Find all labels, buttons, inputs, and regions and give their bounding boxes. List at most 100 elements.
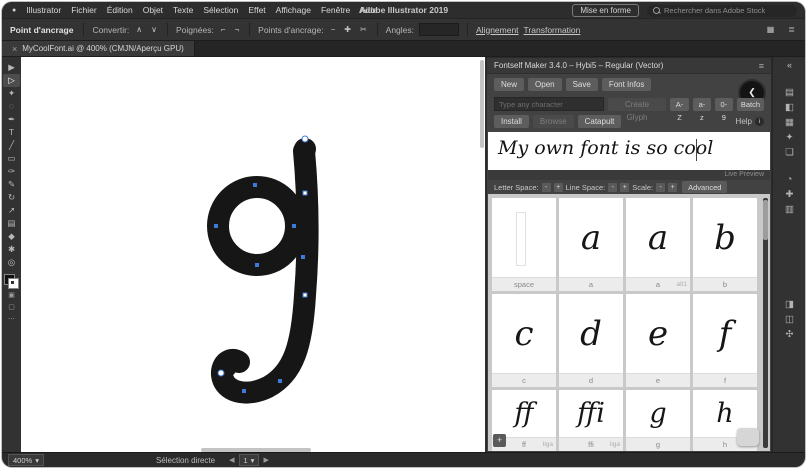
convert-corner-button[interactable]: ∧ — [134, 24, 144, 36]
scale-plus-button[interactable]: + — [668, 183, 677, 192]
remove-anchor-button[interactable]: − — [329, 24, 338, 36]
toolbar-more-button[interactable]: ⋯ — [3, 315, 20, 325]
lasso-tool[interactable]: ◌ — [3, 100, 20, 113]
selection-tool[interactable]: ▶ — [3, 61, 20, 74]
glyph-cell-a-alt1[interactable]: a aalt1 — [626, 198, 690, 291]
line-tool[interactable]: ╱ — [3, 139, 20, 152]
adobe-stock-search[interactable] — [647, 5, 797, 17]
type-tool[interactable]: T — [3, 126, 20, 139]
browse-button[interactable]: Browse — [533, 115, 574, 128]
document-tab[interactable]: × MyCoolFont.ai @ 400% (CMJN/Aperçu GPU) — [2, 41, 195, 56]
menu-fenetre[interactable]: Fenêtre — [321, 5, 350, 15]
menu-edition[interactable]: Édition — [107, 5, 133, 15]
hand-tool[interactable]: ✱ — [3, 243, 20, 256]
dock-panel-icon-11[interactable]: ✣ — [780, 327, 800, 342]
convert-smooth-button[interactable]: ∨ — [149, 24, 159, 36]
cut-path-button[interactable]: ✂ — [358, 24, 369, 36]
glyph-grid-scrollbar[interactable] — [763, 198, 768, 448]
glyph-cell-ffi[interactable]: ffi ffiliga — [559, 390, 623, 451]
font-infos-button[interactable]: Font Infos — [602, 78, 652, 91]
glyph-cell-c[interactable]: c c — [492, 294, 556, 387]
new-button[interactable]: New — [494, 78, 524, 91]
scrollbar-thumb[interactable] — [763, 200, 768, 240]
preview-text[interactable]: My own font is so cool — [498, 137, 713, 159]
artboard-canvas[interactable] — [21, 57, 485, 453]
zoom-tool[interactable]: ◎ — [3, 256, 20, 269]
batch-digits-button[interactable]: 0-9 — [715, 98, 733, 111]
scale-tool[interactable]: ↗ — [3, 204, 20, 217]
screen-mode-button[interactable]: ▢ — [3, 303, 20, 313]
menu-illustrator[interactable]: Illustrator — [26, 5, 61, 15]
hide-handles-button[interactable]: ¬ — [232, 24, 241, 36]
glyph-cell-f[interactable]: f f — [693, 294, 757, 387]
dock-panel-icon-4[interactable]: ✦ — [780, 130, 800, 145]
glyph-cell-d[interactable]: d d — [559, 294, 623, 387]
glyph-cell-g[interactable]: g g — [626, 390, 690, 451]
dock-panel-icon-5[interactable]: ❏ — [780, 145, 800, 160]
dock-panel-icon-2[interactable]: ◧ — [780, 100, 800, 115]
menu-selection[interactable]: Sélection — [203, 5, 238, 15]
menu-objet[interactable]: Objet — [143, 5, 163, 15]
show-handles-button[interactable]: ⌐ — [219, 24, 228, 36]
rotate-tool[interactable]: ↻ — [3, 191, 20, 204]
batch-uppercase-button[interactable]: A-Z — [670, 98, 689, 111]
menu-affichage[interactable]: Affichage — [276, 5, 311, 15]
workspace-switcher-button[interactable]: Mise en forme — [572, 4, 639, 17]
gradient-tool[interactable]: ▤ — [3, 217, 20, 230]
next-artboard-icon[interactable]: ▶ — [263, 456, 268, 464]
dock-panel-icon-6[interactable]: ◔ — [780, 172, 800, 187]
dock-panel-icon-9[interactable]: ◨ — [780, 297, 800, 312]
menu-effet[interactable]: Effet — [248, 5, 265, 15]
angles-input[interactable] — [419, 23, 459, 36]
eyedropper-tool[interactable]: ◆ — [3, 230, 20, 243]
dock-panel-icon-7[interactable]: ✚ — [780, 187, 800, 202]
glyph-cell-e[interactable]: e e — [626, 294, 690, 387]
dock-panel-icon-8[interactable]: ▥ — [780, 202, 800, 217]
control-bar-menu-icon[interactable]: ≣ — [786, 24, 797, 36]
canvas-vertical-scrollbar[interactable] — [480, 60, 484, 148]
align-panel-link[interactable]: Alignement — [476, 25, 519, 35]
glyph-cell-b[interactable]: b b — [693, 198, 757, 291]
paintbrush-tool[interactable]: ✑ — [3, 165, 20, 178]
fontself-panel-header[interactable]: Fontself Maker 3.4.0 – Hybi5 – Regular (… — [487, 58, 771, 74]
dock-panel-icon-3[interactable]: ▦ — [780, 115, 800, 130]
panel-menu-icon[interactable]: ≡ — [759, 61, 764, 71]
menu-fichier[interactable]: Fichier — [71, 5, 97, 15]
transform-panel-link[interactable]: Transformation — [524, 25, 581, 35]
stroke-color-swatch[interactable] — [8, 278, 19, 289]
expand-panels-icon[interactable]: « — [787, 60, 792, 73]
info-icon[interactable]: i — [755, 117, 764, 126]
help-label[interactable]: Help — [736, 117, 752, 126]
magic-wand-tool[interactable]: ✦ — [3, 87, 20, 100]
letter-space-minus-button[interactable]: - — [542, 183, 551, 192]
line-space-minus-button[interactable]: - — [608, 183, 617, 192]
menu-texte[interactable]: Texte — [173, 5, 193, 15]
create-glyph-button[interactable]: Create Glyph — [608, 98, 666, 111]
advanced-button[interactable]: Advanced — [682, 181, 727, 193]
add-anchor-button[interactable]: ✚ — [342, 24, 353, 36]
add-glyph-button[interactable]: + — [493, 434, 506, 447]
letter-space-plus-button[interactable]: + — [554, 183, 563, 192]
batch-lowercase-button[interactable]: a-z — [693, 98, 711, 111]
pencil-tool[interactable]: ✎ — [3, 178, 20, 191]
document-setup-icon[interactable]: ▦ — [765, 24, 777, 36]
dock-panel-icon-1[interactable]: ▤ — [780, 85, 800, 100]
scale-minus-button[interactable]: - — [656, 183, 665, 192]
pen-tool[interactable]: ✒ — [3, 113, 20, 126]
glyph-cell-a[interactable]: a a — [559, 198, 623, 291]
stock-search-input[interactable] — [664, 6, 774, 15]
dock-panel-icon-10[interactable]: ◫ — [780, 312, 800, 327]
open-button[interactable]: Open — [528, 78, 562, 91]
live-preview-area[interactable]: My own font is so cool — [488, 132, 770, 170]
fill-stroke-swatches[interactable] — [4, 274, 19, 289]
save-button[interactable]: Save — [566, 78, 598, 91]
glyph-outline-g[interactable] — [176, 135, 356, 425]
direct-selection-tool[interactable]: ▷ — [3, 74, 20, 87]
drag-handle-widget[interactable] — [737, 428, 759, 446]
glyph-cell-space[interactable]: space — [492, 198, 556, 291]
catapult-button[interactable]: Catapult — [578, 115, 622, 128]
line-space-plus-button[interactable]: + — [620, 183, 629, 192]
batch-button[interactable]: Batch — [737, 98, 764, 111]
apple-logo-icon[interactable]: ● — [12, 7, 16, 14]
artboard-dropdown[interactable]: 1 ▾ — [239, 454, 260, 466]
